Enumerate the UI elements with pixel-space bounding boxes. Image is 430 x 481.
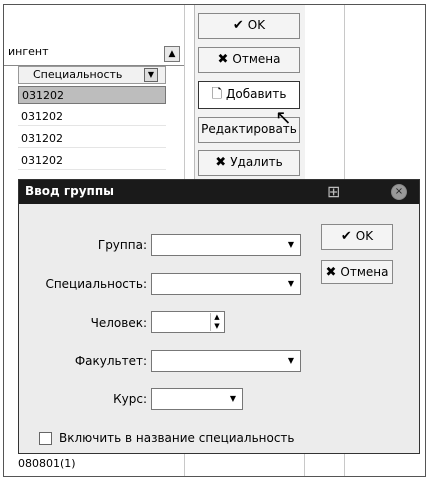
app-window: ингент ▲ Специальность ▼ 031202 031202 0… [3, 4, 426, 477]
delete-button[interactable]: ✖ Удалить [198, 150, 300, 176]
chevron-down-icon[interactable]: ▼ [226, 391, 240, 407]
group-label: Группа: [97, 238, 147, 252]
chevron-down-icon[interactable]: ▼ [284, 237, 298, 253]
specialty-combo[interactable]: ▼ [151, 273, 301, 295]
delete-icon: ✖ [215, 155, 227, 170]
table-row[interactable]: 031202 [18, 108, 166, 126]
dialog-ok-button[interactable]: ✔ OK [321, 224, 393, 250]
mouse-cursor-icon: ↖ [275, 105, 292, 129]
dialog-ok-label: OK [355, 229, 374, 243]
table-cell: 031202 [21, 110, 63, 123]
group-combo[interactable]: ▼ [151, 234, 301, 256]
people-spin-field[interactable]: ▲ ▼ [151, 311, 225, 333]
chevron-down-icon[interactable]: ▼ [284, 276, 298, 292]
cancel-icon: ✖ [325, 265, 337, 280]
table-cell: 031202 [21, 132, 63, 145]
column-dropdown-icon[interactable]: ▼ [144, 68, 158, 82]
cancel-button-label: Отмена [232, 52, 281, 66]
windows-logo-icon: ⊞ [327, 182, 341, 201]
check-icon: ✔ [340, 229, 352, 244]
ok-button-label: OK [247, 18, 266, 32]
table-row[interactable]: 031202 [18, 130, 166, 148]
ok-button[interactable]: ✔ OK [198, 13, 300, 39]
close-icon[interactable]: × [391, 184, 407, 200]
people-label: Человек: [90, 316, 147, 330]
include-specialty-checkbox[interactable] [39, 432, 52, 445]
specialty-label: Специальность: [45, 277, 147, 291]
include-specialty-label: Включить в название специальность [59, 431, 295, 445]
table-cell: 031202 [21, 154, 63, 167]
cancel-button[interactable]: ✖ Отмена [198, 47, 300, 73]
dialog-cancel-button[interactable]: ✖ Отмена [321, 260, 393, 284]
scroll-up-icon[interactable]: ▲ [164, 46, 180, 62]
add-button-label: Добавить [226, 87, 287, 101]
document-icon: 🗋 [211, 87, 223, 102]
dialog-title: Ввод группы [25, 184, 114, 198]
course-label: Курс: [113, 392, 147, 406]
group-input-dialog: Ввод группы ⊞ × Группа: ▼ Специальность:… [18, 179, 420, 454]
column-header-label: Специальность [33, 68, 123, 81]
grid-caption: ингент [8, 45, 49, 58]
table-row[interactable]: 031202 [18, 152, 166, 170]
faculty-combo[interactable]: ▼ [151, 350, 301, 372]
spinner-icon[interactable]: ▲ ▼ [210, 313, 223, 331]
chevron-down-icon[interactable]: ▼ [284, 353, 298, 369]
table-cell: 031202 [22, 89, 64, 102]
table-cell-bottom: 080801(1) [18, 457, 76, 470]
dialog-titlebar[interactable]: Ввод группы ⊞ × [19, 180, 419, 204]
faculty-label: Факультет: [74, 354, 147, 368]
dialog-cancel-label: Отмена [340, 265, 389, 279]
check-icon: ✔ [232, 18, 244, 33]
table-row[interactable]: 031202 [18, 86, 166, 104]
cancel-icon: ✖ [217, 52, 229, 67]
course-combo[interactable]: ▼ [151, 388, 243, 410]
delete-button-label: Удалить [230, 155, 283, 169]
